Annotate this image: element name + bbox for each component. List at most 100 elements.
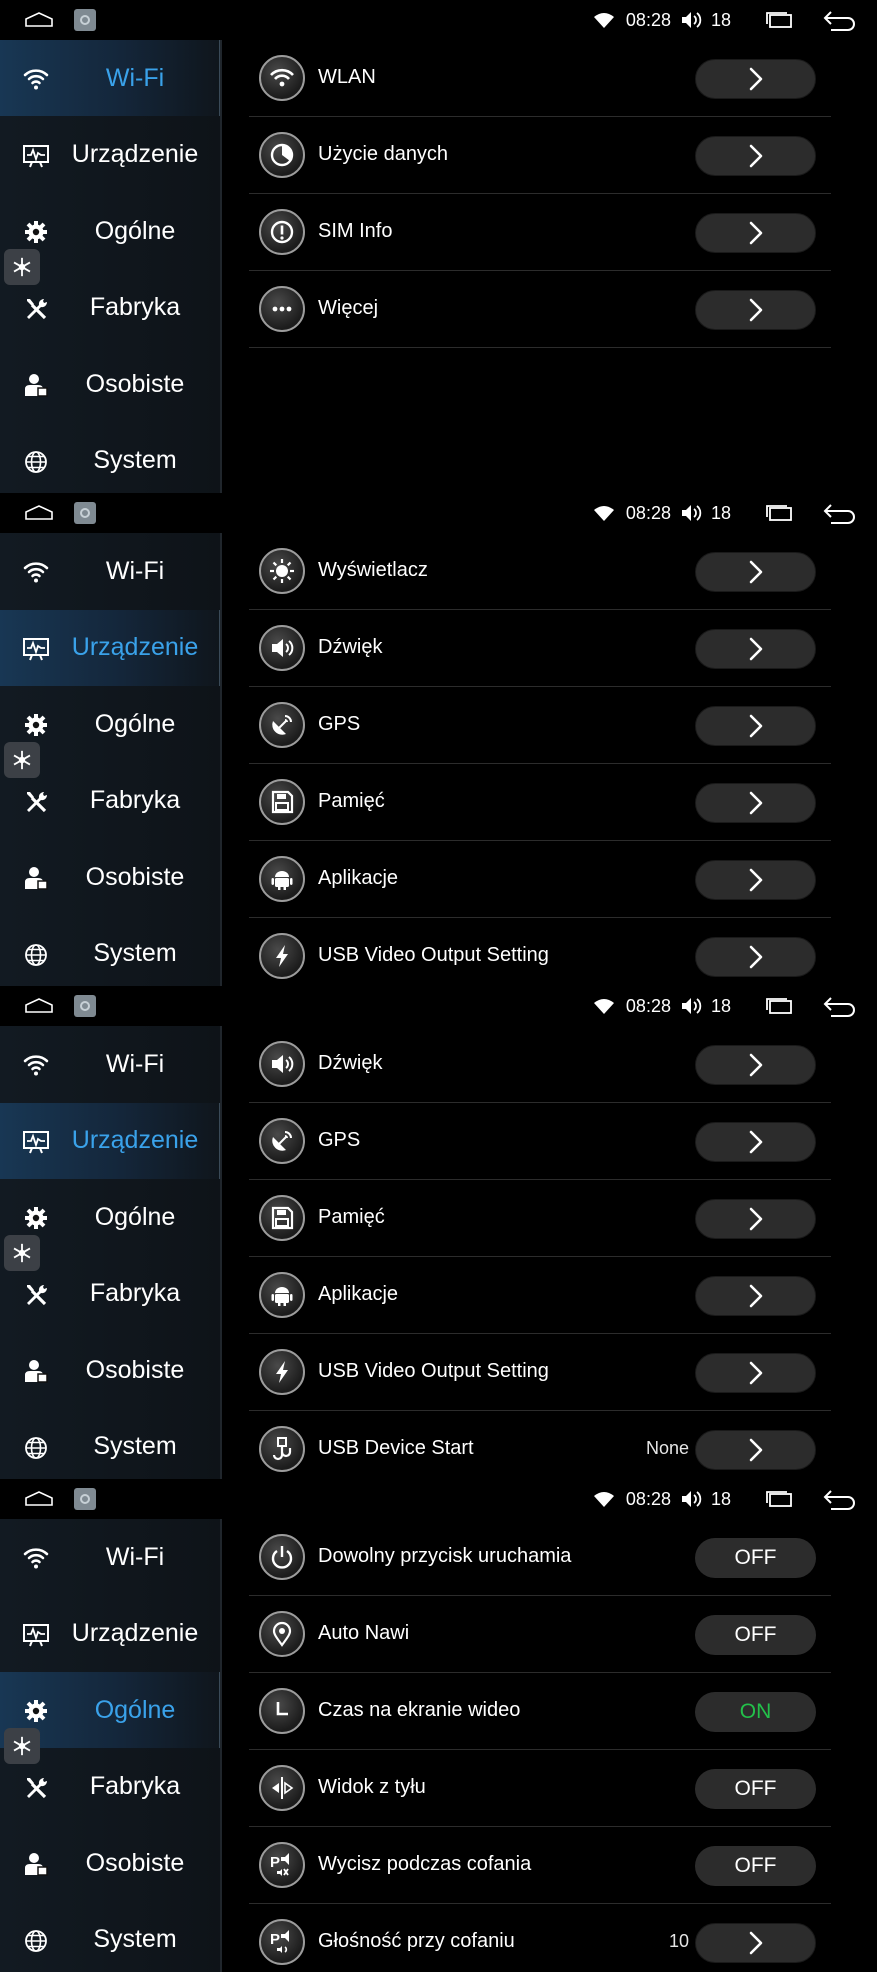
home-icon[interactable] [24, 1491, 54, 1506]
settings-row[interactable]: Dowolny przycisk uruchamia OFF [249, 1519, 831, 1596]
open-arrow-button[interactable] [695, 860, 816, 900]
sidebar-item-personal[interactable]: Osobiste [0, 346, 222, 422]
floating-snowflake-button[interactable] [4, 249, 40, 285]
sidebar-item-wifi[interactable]: Wi-Fi [0, 40, 222, 116]
recent-apps-icon[interactable] [765, 505, 793, 521]
settings-panel: 08:28 18 Wi-Fi Urządzenie Ogólne Fabryka Osobi… [0, 493, 877, 986]
open-arrow-button[interactable] [695, 1122, 816, 1162]
home-icon[interactable] [24, 998, 54, 1013]
open-arrow-button[interactable] [695, 783, 816, 823]
sidebar-item-device[interactable]: Urządzenie [0, 1102, 222, 1179]
back-icon[interactable] [823, 995, 857, 1017]
settings-row[interactable]: USB Device Start None [249, 1411, 831, 1479]
home-icon[interactable] [24, 505, 54, 520]
open-arrow-button[interactable] [695, 706, 816, 746]
back-icon[interactable] [823, 502, 857, 524]
settings-row[interactable]: Wyświetlacz [249, 533, 831, 610]
toggle-switch[interactable]: ON [695, 1692, 816, 1732]
settings-row[interactable]: Czas na ekranie wideo ON [249, 1673, 831, 1750]
floating-snowflake-button[interactable] [4, 1235, 40, 1271]
open-arrow-button[interactable] [695, 290, 816, 330]
gps-icon [259, 702, 305, 748]
open-arrow-button[interactable] [695, 1276, 816, 1316]
sidebar-item-device[interactable]: Urządzenie [0, 117, 222, 193]
open-arrow-button[interactable] [695, 136, 816, 176]
settings-row[interactable]: Pamięć [249, 1180, 831, 1257]
settings-row[interactable]: Widok z tyłu OFF [249, 1750, 831, 1827]
open-arrow-button[interactable] [695, 629, 816, 669]
open-arrow-button[interactable] [695, 1353, 816, 1393]
volume-level: 18 [710, 502, 731, 523]
settings-row[interactable]: Dźwięk [249, 1026, 831, 1103]
monitor-icon [22, 143, 50, 169]
settings-row-value: 10 [668, 1931, 689, 1951]
sidebar-item-label: System [93, 1432, 177, 1460]
sidebar-item-system[interactable]: System [0, 1902, 222, 1972]
chevron-right-icon [749, 1130, 762, 1154]
clock-icon [259, 1688, 305, 1734]
open-arrow-button[interactable] [695, 552, 816, 592]
chevron-right-icon [749, 791, 762, 815]
recent-apps-icon[interactable] [765, 12, 793, 28]
sidebar-item-system[interactable]: System [0, 916, 222, 987]
settings-row[interactable]: P Głośność przy cofaniu 10 [249, 1904, 831, 1972]
open-arrow-button[interactable] [695, 59, 816, 99]
sidebar-item-wifi[interactable]: Wi-Fi [0, 1519, 222, 1595]
settings-row[interactable]: Auto Nawi OFF [249, 1596, 831, 1673]
floating-snowflake-button[interactable] [4, 1728, 40, 1764]
settings-row[interactable]: SIM Info [249, 194, 831, 271]
settings-row[interactable]: Pamięć [249, 764, 831, 841]
sidebar-item-wifi[interactable]: Wi-Fi [0, 533, 222, 609]
sidebar-item-personal[interactable]: Osobiste [0, 1332, 222, 1408]
settings-row[interactable]: GPS [249, 687, 831, 764]
settings-row[interactable]: USB Video Output Setting [249, 1334, 831, 1411]
open-arrow-button[interactable] [695, 1199, 816, 1239]
settings-row[interactable]: Więcej [249, 271, 831, 348]
volume-icon [681, 998, 702, 1014]
back-icon[interactable] [823, 1488, 857, 1510]
open-arrow-button[interactable] [695, 1045, 816, 1085]
toggle-switch[interactable]: OFF [695, 1615, 816, 1655]
settings-row[interactable]: WLAN [249, 40, 831, 117]
sidebar-item-label: System [93, 939, 177, 967]
settings-row[interactable]: Aplikacje [249, 1257, 831, 1334]
chevron-right-icon [749, 1361, 762, 1385]
toggle-switch[interactable]: OFF [695, 1538, 816, 1578]
settings-row[interactable]: Aplikacje [249, 841, 831, 918]
toggle-switch[interactable]: OFF [695, 1846, 816, 1886]
toggle-switch[interactable]: OFF [695, 1769, 816, 1809]
sidebar-item-system[interactable]: System [0, 1409, 222, 1480]
person-icon [22, 1851, 50, 1877]
sidebar-item-label: Osobiste [85, 369, 185, 398]
recent-apps-icon[interactable] [765, 1491, 793, 1507]
open-arrow-button[interactable] [695, 1430, 816, 1470]
recent-apps-icon[interactable] [765, 998, 793, 1014]
sidebar-item-label: Ogólne [94, 709, 176, 738]
open-arrow-button[interactable] [695, 213, 816, 253]
settings-row-label: Wyświetlacz [318, 559, 428, 581]
sidebar-item-wifi[interactable]: Wi-Fi [0, 1026, 222, 1102]
sidebar-item-personal[interactable]: Osobiste [0, 1825, 222, 1901]
sidebar-item-device[interactable]: Urządzenie [0, 1596, 222, 1672]
settings-row[interactable]: Użycie danych [249, 117, 831, 194]
settings-row-label: Użycie danych [318, 143, 449, 165]
home-icon[interactable] [24, 12, 54, 27]
floating-snowflake-button[interactable] [4, 742, 40, 778]
sidebar-item-label: Wi-Fi [105, 1542, 165, 1571]
settings-row[interactable]: GPS [249, 1103, 831, 1180]
back-icon[interactable] [823, 9, 857, 31]
settings-row-label: Widok z tyłu [318, 1776, 426, 1798]
sidebar-item-system[interactable]: System [0, 423, 222, 494]
sidebar-item-label: System [93, 1925, 177, 1953]
settings-row[interactable]: USB Video Output Setting [249, 918, 831, 986]
open-arrow-button[interactable] [695, 1923, 816, 1963]
sidebar-item-device[interactable]: Urządzenie [0, 609, 222, 686]
tools-icon [22, 296, 50, 322]
tools-icon [22, 1775, 50, 1801]
open-arrow-button[interactable] [695, 937, 816, 977]
sidebar-item-personal[interactable]: Osobiste [0, 839, 222, 915]
storage-icon [259, 1195, 305, 1241]
settings-row[interactable]: Dźwięk [249, 610, 831, 687]
snowflake-icon [13, 257, 31, 277]
settings-row[interactable]: P Wycisz podczas cofania OFF [249, 1827, 831, 1904]
